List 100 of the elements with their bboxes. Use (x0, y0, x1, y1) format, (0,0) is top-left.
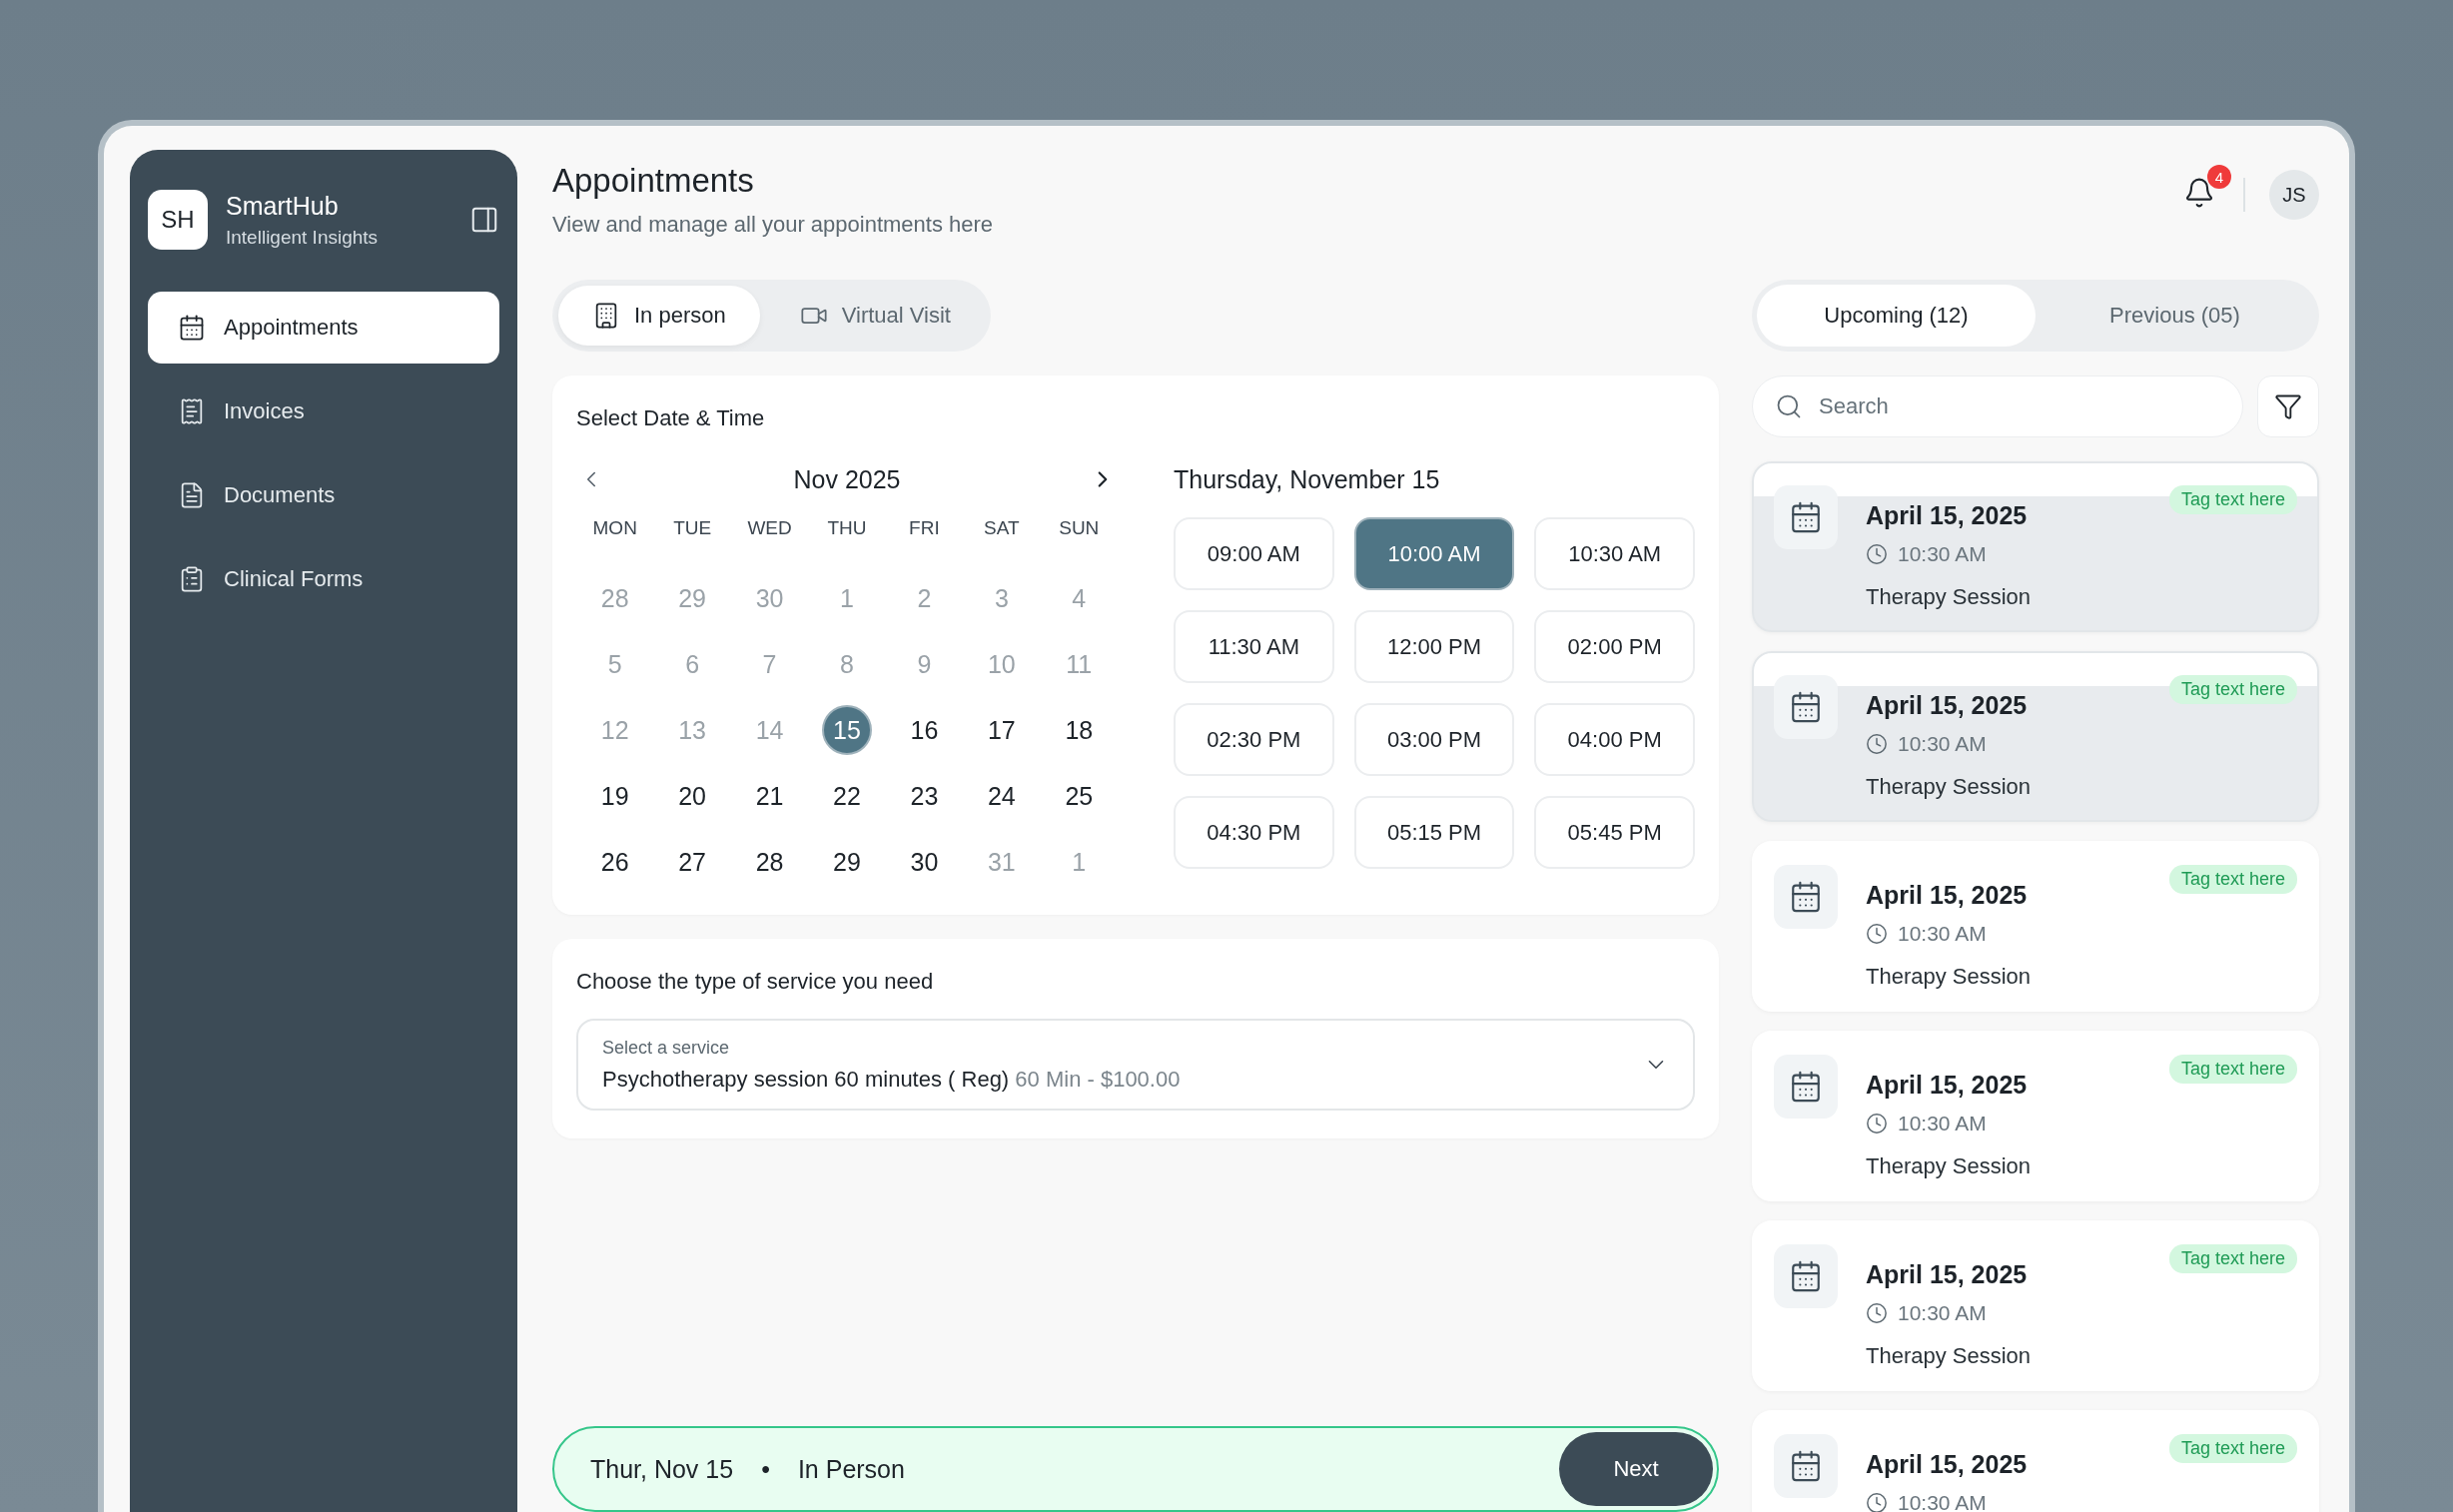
clock-icon (1866, 923, 1888, 945)
appointment-card[interactable]: April 15, 2025 Tag text here 10:30 AM Therapy Session (1752, 651, 2319, 822)
nav-item[interactable]: Invoices (148, 376, 499, 447)
weekday-label: WED (746, 517, 793, 540)
appointment-date: April 15, 2025 (1866, 881, 2028, 910)
bell-icon[interactable] (2183, 177, 2215, 209)
time-slot[interactable]: 05:45 PM (1534, 796, 1695, 869)
sidebar-toggle-icon[interactable] (469, 205, 499, 235)
appointment-date: April 15, 2025 (1866, 1071, 2028, 1100)
clock-icon (1866, 1113, 1888, 1134)
calendar-icon (1789, 1259, 1823, 1293)
clock-icon (1866, 1302, 1888, 1324)
clock-icon (1866, 733, 1888, 755)
appointment-tag: Tag text here (2168, 1434, 2297, 1463)
appointment-card[interactable]: April 15, 2025 Tag text here 10:30 AM Therapy Session (1752, 461, 2319, 632)
appointment-tag: Tag text here (2168, 1244, 2297, 1273)
appointment-title: Therapy Session (1866, 1343, 2033, 1369)
summary-visit-type: In Person (797, 1454, 905, 1484)
nav-item[interactable]: Documents (148, 459, 499, 531)
appointment-title: Therapy Session (1866, 584, 2033, 610)
appointment-time: 10:30 AM (1898, 922, 1987, 946)
time-slot[interactable]: 10:30 AM (1534, 517, 1695, 590)
appointment-tab[interactable]: Upcoming (12) (1757, 285, 2036, 347)
appointment-time: 10:30 AM (1898, 1112, 1987, 1135)
search-input[interactable]: Search (1817, 392, 2220, 420)
time-slot[interactable]: 02:30 PM (1174, 703, 1334, 776)
calendar-icon (178, 314, 206, 342)
appointment-time: 10:30 AM (1898, 1491, 1987, 1512)
calendar-day[interactable]: 23 (899, 771, 950, 821)
nav-item[interactable]: Clinical Forms (148, 543, 499, 615)
calendar-day[interactable]: 19 (589, 771, 640, 821)
appointment-tag: Tag text here (2168, 485, 2297, 514)
time-slot[interactable]: 02:00 PM (1534, 610, 1695, 683)
separator-dot: • (761, 1454, 770, 1484)
calendar-icon (1789, 880, 1823, 914)
filter-button[interactable] (2257, 376, 2319, 437)
search-icon (1775, 392, 1803, 420)
user-avatar[interactable]: JS (2269, 170, 2319, 220)
time-slot[interactable]: 09:00 AM (1174, 517, 1334, 590)
weekday-label: THU (826, 517, 868, 540)
calendar-day[interactable]: 16 (899, 705, 950, 755)
calendar-icon (1789, 500, 1823, 534)
brand-tagline: Intelligent Insights (226, 226, 380, 249)
page-subtitle: View and manage all your appointments here (552, 212, 994, 238)
service-select[interactable]: Select a service Psychotherapy session 60 minutes ( Reg) 60 Min - $100.00 (576, 1019, 1695, 1111)
appointment-date: April 15, 2025 (1866, 501, 2028, 530)
section-heading: Choose the type of service you need (576, 969, 935, 995)
weekday-label: TUE (672, 517, 713, 540)
calendar-icon (1789, 690, 1823, 724)
nav-item[interactable]: Appointments (148, 292, 499, 364)
appointment-time: 10:30 AM (1898, 732, 1987, 756)
calendar-day[interactable]: 22 (822, 771, 872, 821)
calendar-day[interactable]: 28 (744, 837, 795, 887)
calendar-day[interactable]: 15 (822, 705, 872, 755)
calendar-day[interactable]: 17 (976, 705, 1027, 755)
appointment-title: Therapy Session (1866, 964, 2033, 990)
month-label: Nov 2025 (793, 464, 901, 494)
selected-day-title: Thursday, November 15 (1174, 463, 1441, 495)
calendar-day[interactable]: 26 (589, 837, 640, 887)
appointment-date: April 15, 2025 (1866, 691, 2028, 720)
calendar-day[interactable]: 27 (667, 837, 718, 887)
clock-icon (1866, 543, 1888, 565)
visit-type-tab[interactable]: Virtual Visit (765, 286, 985, 346)
time-slot[interactable]: 04:30 PM (1174, 796, 1334, 869)
notification-badge: 4 (2207, 165, 2231, 189)
calendar-day[interactable]: 25 (1054, 771, 1105, 821)
calendar-day[interactable]: 24 (976, 771, 1027, 821)
visit-type-tab[interactable]: In person (558, 286, 760, 346)
filter-icon (2274, 392, 2302, 420)
appointment-title: Therapy Session (1866, 774, 2033, 800)
calendar-day[interactable]: 30 (899, 837, 950, 887)
appointment-title: Therapy Session (1866, 1153, 2033, 1179)
calendar-day[interactable]: 18 (1054, 705, 1105, 755)
search-field[interactable]: Search (1752, 376, 2243, 437)
time-slot[interactable]: 10:00 AM (1353, 517, 1515, 590)
appointment-tag: Tag text here (2168, 675, 2297, 704)
summary-date: Thur, Nov 15 (590, 1454, 734, 1484)
clock-icon (1866, 1492, 1888, 1512)
calendar-day[interactable]: 29 (822, 837, 872, 887)
calendar-day[interactable]: 20 (667, 771, 718, 821)
calendar-day[interactable]: 21 (744, 771, 795, 821)
calendar-icon (1789, 1449, 1823, 1483)
time-slot[interactable]: 11:30 AM (1174, 610, 1334, 683)
time-slot[interactable]: 12:00 PM (1353, 610, 1515, 683)
appointment-tab[interactable]: Previous (05) (2036, 285, 2314, 347)
appointment-card[interactable]: April 15, 2025 Tag text here 10:30 AM Therapy Session (1752, 841, 2319, 1012)
weekday-label: SUN (1058, 517, 1101, 540)
brand-logo: SH (148, 190, 208, 250)
calendar-icon (1789, 1070, 1823, 1104)
appointment-card[interactable]: April 15, 2025 Tag text here 10:30 AM Therapy Session (1752, 1031, 2319, 1201)
appointment-time: 10:30 AM (1898, 1301, 1987, 1325)
section-heading: Select Date & Time (576, 405, 766, 431)
weekday-label: MON (591, 517, 638, 540)
time-slot[interactable]: 03:00 PM (1353, 703, 1515, 776)
time-slot[interactable]: 04:00 PM (1534, 703, 1695, 776)
appointment-card[interactable]: April 15, 2025 Tag text here 10:30 AM Therapy Session (1752, 1220, 2319, 1391)
next-button[interactable]: Next (1559, 1432, 1713, 1506)
appointment-tag: Tag text here (2168, 865, 2297, 894)
appointment-card[interactable]: April 15, 2025 Tag text here 10:30 AM (1752, 1410, 2319, 1512)
time-slot[interactable]: 05:15 PM (1353, 796, 1515, 869)
